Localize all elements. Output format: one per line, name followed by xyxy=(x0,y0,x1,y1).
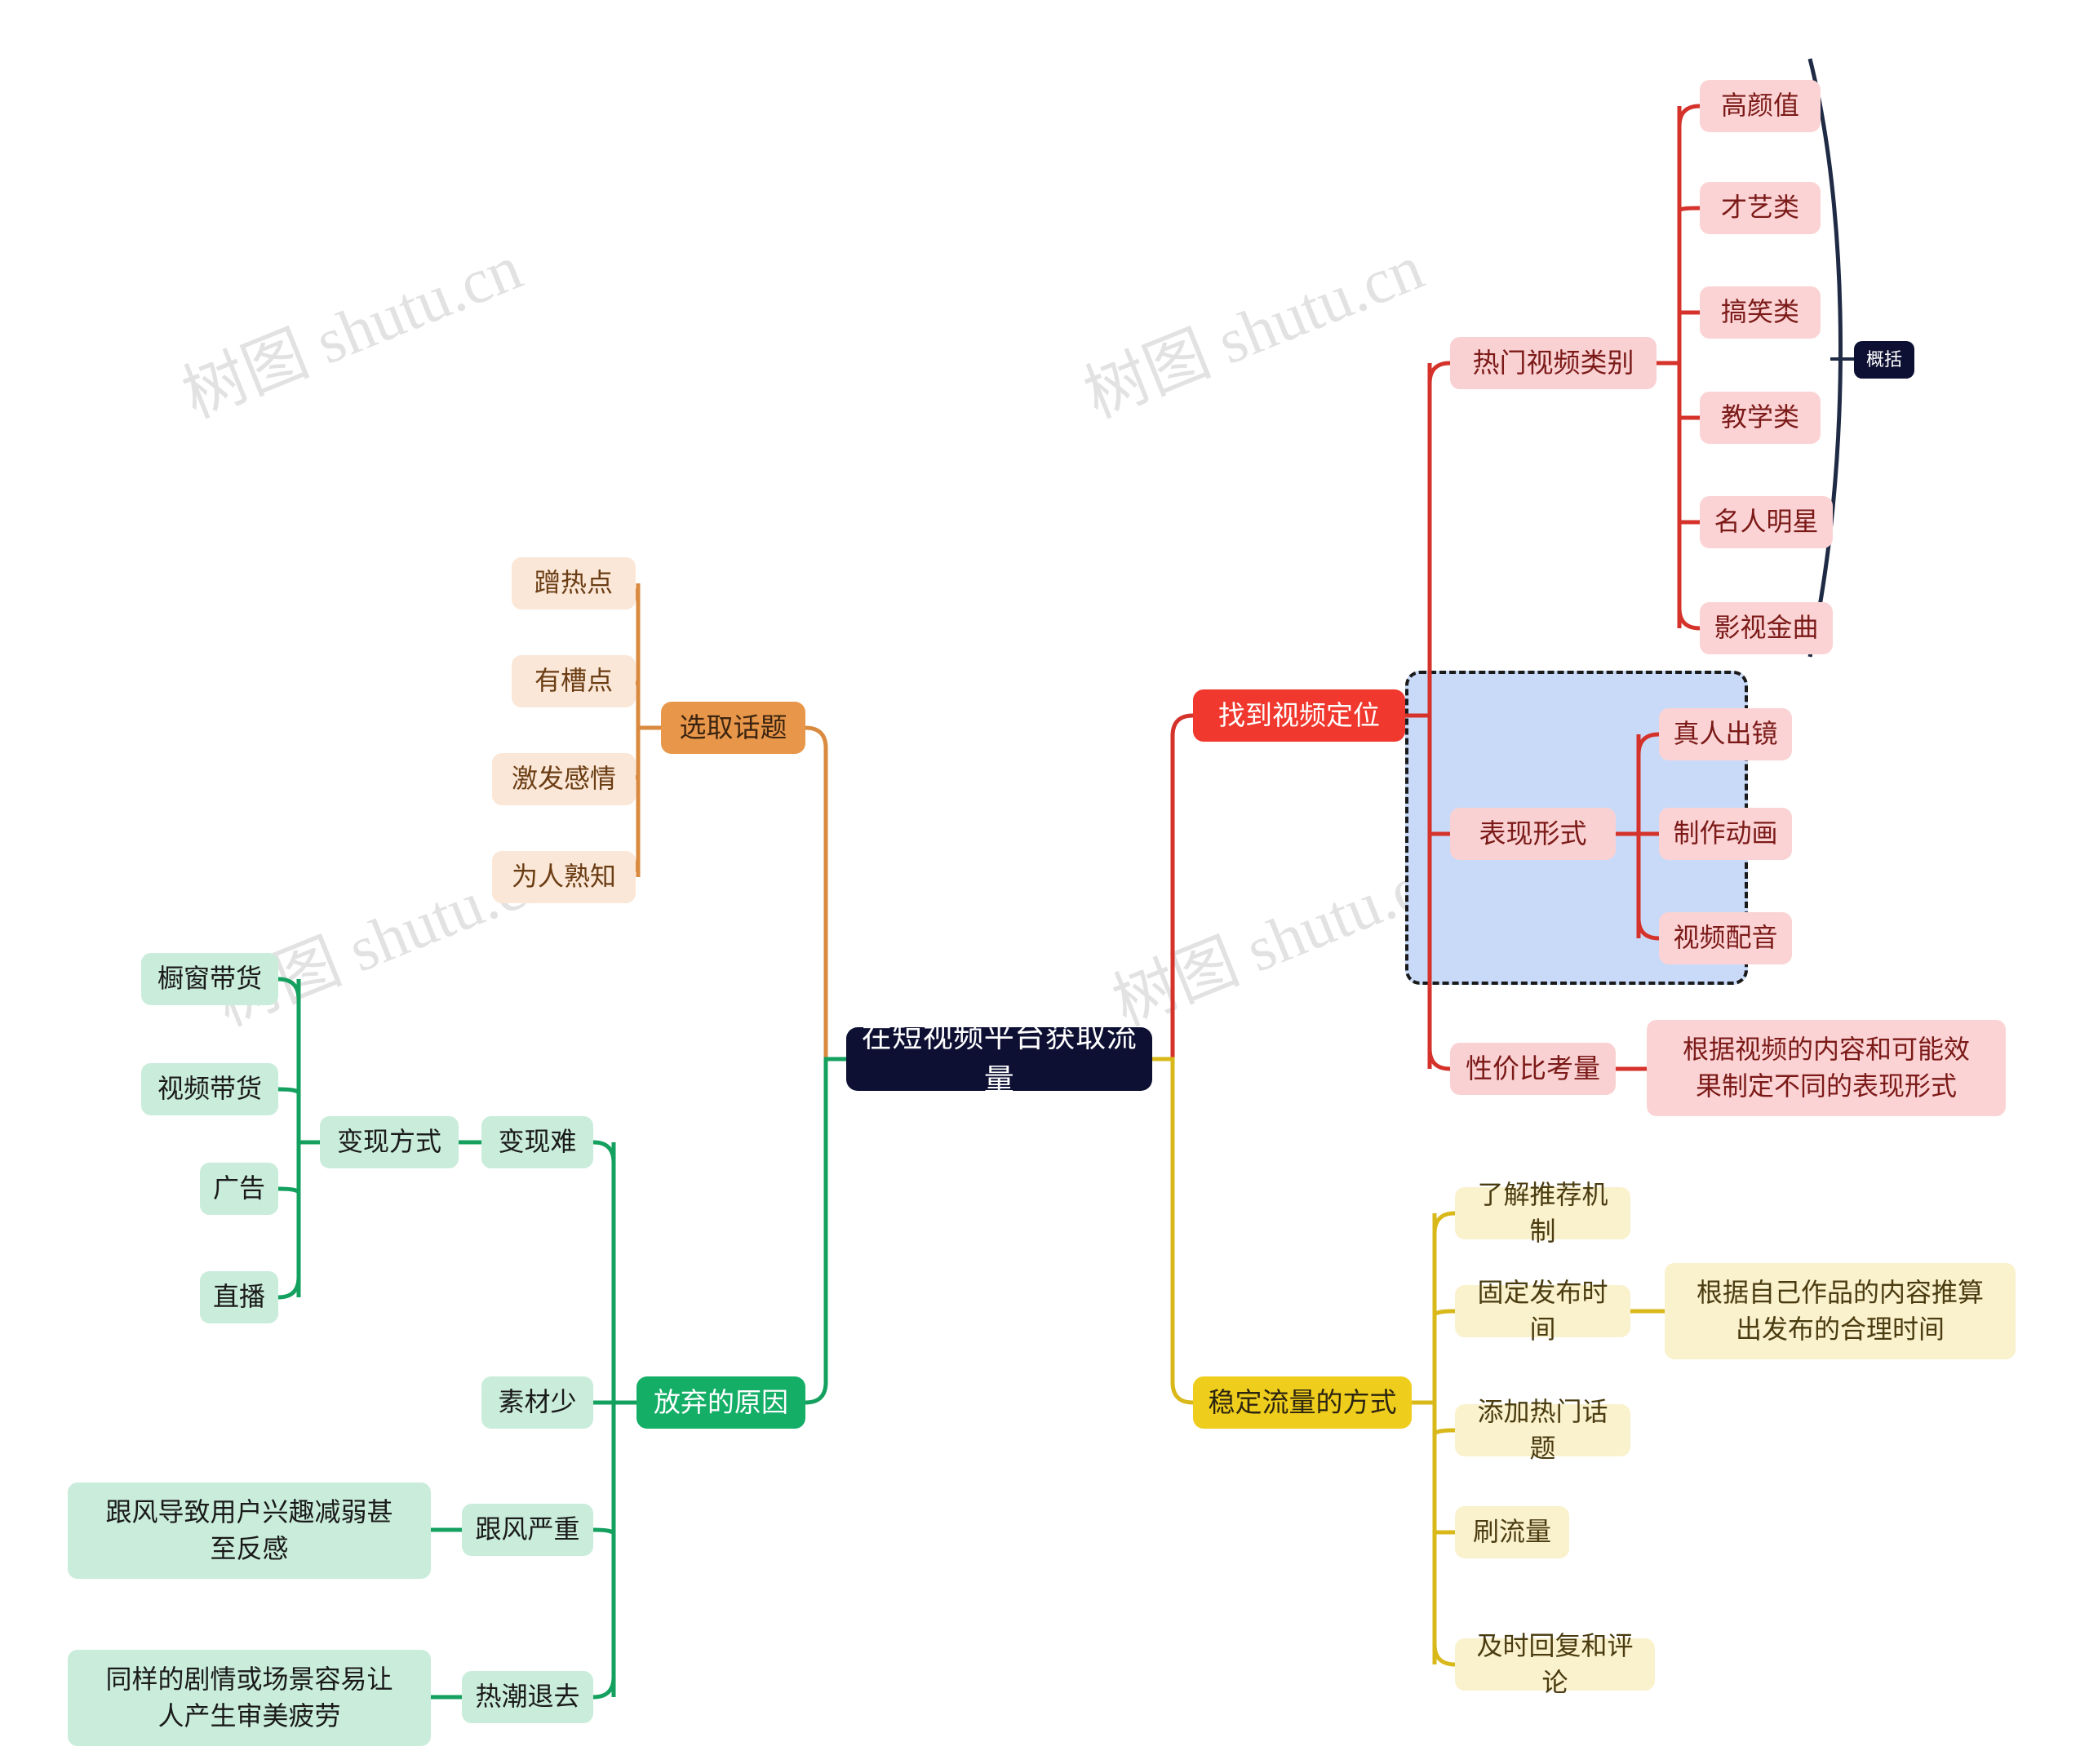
branch-node-stable-traffic[interactable]: 稳定流量的方式 xyxy=(1193,1376,1412,1429)
note-node-hype-fades-detail[interactable]: 同样的剧情或场景容易让 人产生审美疲劳 xyxy=(68,1650,431,1746)
child-node-fixed-post-time[interactable]: 固定发布时间 xyxy=(1455,1278,1630,1344)
child-node-monetize-methods[interactable]: 变现方式 xyxy=(320,1116,459,1168)
branch-node-give-up-reason[interactable]: 放弃的原因 xyxy=(636,1376,805,1429)
leaf-node-tutorial[interactable]: 教学类 xyxy=(1700,392,1821,444)
leaf-node-evoke-emotion[interactable]: 激发感情 xyxy=(492,753,636,805)
child-node-hype-fades[interactable]: 热潮退去 xyxy=(462,1671,593,1723)
leaf-node-showcase-selling[interactable]: 橱窗带货 xyxy=(141,953,278,1005)
leaf-node-voiceover[interactable]: 视频配音 xyxy=(1659,912,1792,964)
leaf-node-talent[interactable]: 才艺类 xyxy=(1700,182,1821,234)
leaf-node-celebrity[interactable]: 名人明星 xyxy=(1700,496,1833,548)
leaf-node-advertising[interactable]: 广告 xyxy=(200,1163,278,1215)
leaf-node-video-selling[interactable]: 视频带货 xyxy=(141,1063,278,1115)
leaf-node-livestream[interactable]: 直播 xyxy=(200,1271,278,1323)
summary-node[interactable]: 概括 xyxy=(1854,341,1914,379)
leaf-node-film-music[interactable]: 影视金曲 xyxy=(1700,602,1833,654)
child-node-severe-herd-behavior[interactable]: 跟风严重 xyxy=(462,1504,593,1556)
leaf-node-real-person[interactable]: 真人出镜 xyxy=(1659,708,1792,760)
note-node-post-time-detail[interactable]: 根据自己作品的内容推算 出发布的合理时间 xyxy=(1665,1263,2016,1359)
branch-node-pick-topic[interactable]: 选取话题 xyxy=(661,702,805,754)
leaf-node-ride-trend[interactable]: 蹭热点 xyxy=(512,557,636,609)
child-node-few-materials[interactable]: 素材少 xyxy=(481,1376,593,1429)
note-node-herd-behavior-detail[interactable]: 跟风导致用户兴趣减弱甚 至反感 xyxy=(68,1483,431,1579)
root-node[interactable]: 在短视频平台获取流量 xyxy=(846,1020,1152,1097)
leaf-node-good-looks[interactable]: 高颜值 xyxy=(1700,80,1821,132)
child-node-recommendation-mechanism[interactable]: 了解推荐机制 xyxy=(1455,1180,1630,1246)
child-node-timely-reply[interactable]: 及时回复和评论 xyxy=(1455,1631,1655,1697)
mindmap-canvas: 树图 shutu.cn 树图 shutu.cn 树图 shutu.cn 树图 s… xyxy=(0,0,2089,1764)
child-node-hard-to-monetize[interactable]: 变现难 xyxy=(481,1116,593,1168)
note-node-cost-benefit-detail[interactable]: 根据视频的内容和可能效 果制定不同的表现形式 xyxy=(1647,1020,2006,1116)
child-node-add-hot-topic[interactable]: 添加热门话题 xyxy=(1455,1397,1630,1463)
child-node-expression-form[interactable]: 表现形式 xyxy=(1450,808,1616,860)
leaf-node-has-talking-point[interactable]: 有槽点 xyxy=(512,655,636,707)
child-node-boost-traffic[interactable]: 刷流量 xyxy=(1455,1506,1569,1558)
child-node-hot-video-category[interactable]: 热门视频类别 xyxy=(1450,337,1657,389)
leaf-node-comedy[interactable]: 搞笑类 xyxy=(1700,286,1821,339)
child-node-cost-benefit[interactable]: 性价比考量 xyxy=(1450,1043,1616,1095)
branch-node-find-position[interactable]: 找到视频定位 xyxy=(1193,689,1405,742)
watermark: 树图 shutu.cn xyxy=(173,231,531,432)
leaf-node-animation[interactable]: 制作动画 xyxy=(1659,808,1792,860)
leaf-node-well-known[interactable]: 为人熟知 xyxy=(492,851,636,903)
watermark: 树图 shutu.cn xyxy=(1075,231,1433,432)
